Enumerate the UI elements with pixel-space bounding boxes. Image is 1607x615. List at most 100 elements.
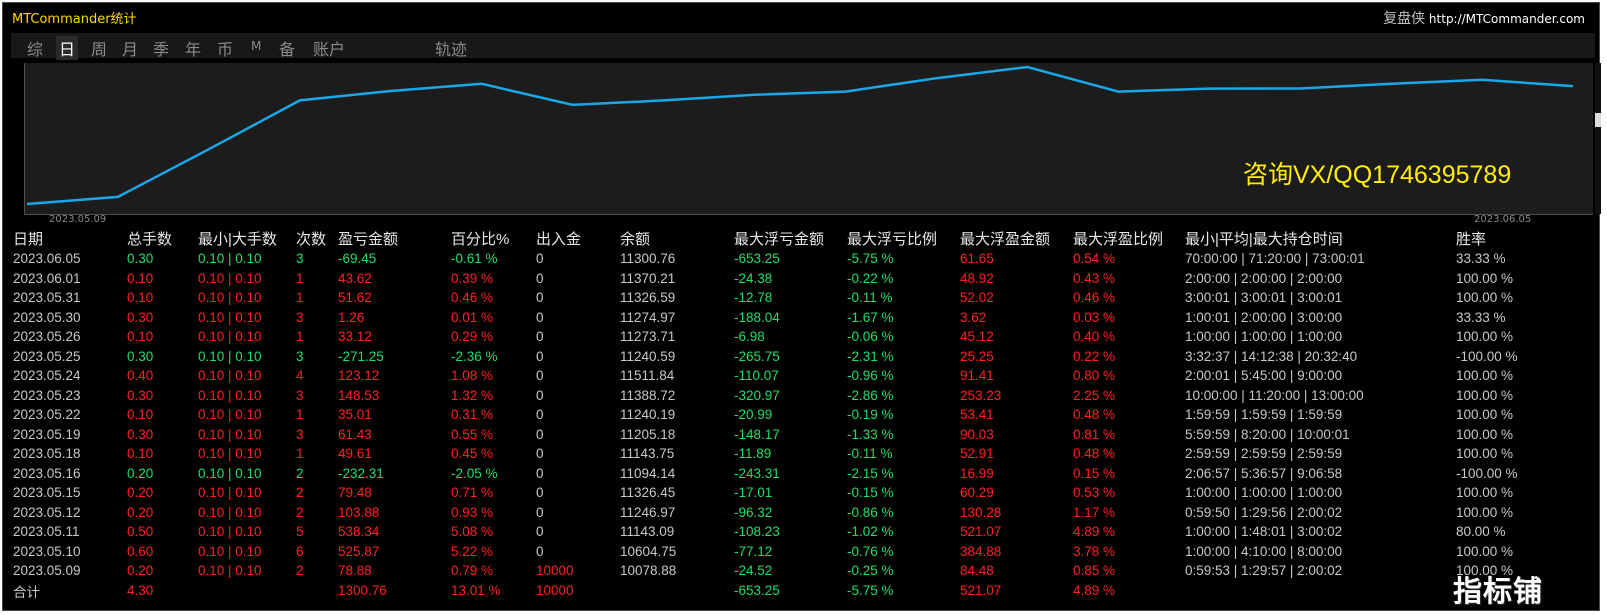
table-total-row: 合计 4.30 1300.76 13.01 % 10000 -653.25 -5.75 % 5… — [13, 581, 1556, 601]
balance-chart-svg — [26, 65, 1574, 206]
cell-maxloss: -17.01 — [734, 485, 773, 501]
table-row[interactable]: 2023.05.22 0.10 0.10 | 0.10 1 35.01 0.31 % 0 11… — [13, 405, 1556, 425]
cell-lots: 0.40 — [127, 368, 154, 384]
brand-url[interactable]: http://MTCommander.com — [1429, 12, 1585, 26]
cell-flow: 0 — [536, 368, 544, 384]
col-lots[interactable]: 总手数 — [127, 227, 198, 249]
cell-hold: 3:00:01 | 3:00:01 | 3:00:01 — [1185, 290, 1343, 306]
cell-minmax: 0.10 | 0.10 — [198, 524, 262, 540]
cell-hold: 10:00:00 | 11:20:00 | 13:00:00 — [1185, 387, 1364, 403]
cell-maxprofitpct: 1.17 % — [1073, 504, 1116, 520]
cell-win: 100.00 % — [1456, 446, 1514, 462]
tab-currency[interactable]: 币 — [217, 36, 233, 60]
tab-year[interactable]: 年 — [185, 36, 201, 60]
col-hold-time[interactable]: 最小|平均|最大持仓时间 — [1185, 227, 1456, 249]
cell-pnl: 35.01 — [338, 407, 372, 423]
col-count[interactable]: 次数 — [296, 227, 338, 249]
col-pnl[interactable]: 盈亏金额 — [338, 227, 451, 249]
col-max-float-profit-pct[interactable]: 最大浮盈比例 — [1073, 227, 1185, 249]
table-row[interactable]: 2023.05.12 0.20 0.10 | 0.10 2 103.88 0.93 % 0 1… — [13, 503, 1556, 523]
cell-maxloss: -148.17 — [734, 426, 780, 442]
tab-month[interactable]: 月 — [122, 36, 138, 60]
tab-backup[interactable]: 备 — [279, 36, 295, 60]
col-flow[interactable]: 出入金 — [536, 227, 620, 249]
cell-maxlosspct: -2.86 % — [847, 387, 894, 403]
cell-maxprofit: 91.41 — [960, 368, 994, 384]
cell-pnl: -232.31 — [338, 465, 384, 481]
col-date[interactable]: 日期 — [13, 227, 127, 249]
cell-maxprofitpct: 0.43 % — [1073, 270, 1116, 286]
table-row[interactable]: 2023.05.31 0.10 0.10 | 0.10 1 51.62 0.46 % 0 11… — [13, 288, 1556, 308]
cell-date: 2023.05.15 — [13, 485, 81, 501]
cell-maxprofitpct: 0.85 % — [1073, 563, 1116, 579]
tab-m[interactable]: M — [251, 39, 261, 53]
table-row[interactable]: 2023.05.11 0.50 0.10 | 0.10 5 538.34 5.08 % 0 1… — [13, 522, 1556, 542]
cell-hold: 3:32:37 | 14:12:38 | 20:32:40 — [1185, 348, 1358, 364]
cell-pnl: 79.48 — [338, 485, 372, 501]
table-row[interactable]: 2023.06.05 0.30 0.10 | 0.10 3 -69.45 -0.61 % 0… — [13, 249, 1556, 269]
cell-lots: 0.50 — [127, 524, 154, 540]
col-max-float-loss-pct[interactable]: 最大浮亏比例 — [847, 227, 960, 249]
col-max-float-loss[interactable]: 最大浮亏金额 — [734, 227, 847, 249]
cell-balance: 11326.45 — [620, 485, 676, 501]
app-title: MTCommander统计 — [12, 12, 137, 27]
chart-scrollbar-thumb[interactable] — [1595, 113, 1601, 127]
cell-flow: 0 — [536, 504, 544, 520]
cell-pnl: 51.62 — [338, 290, 372, 306]
cell-pct: 1.32 % — [451, 387, 494, 403]
balance-chart — [24, 63, 1601, 215]
cell-minmax: 0.10 | 0.10 — [198, 446, 262, 462]
table-row[interactable]: 2023.05.09 0.20 0.10 | 0.10 2 78.88 0.79 % 100… — [13, 561, 1556, 581]
cell-maxlosspct: -0.76 % — [847, 543, 894, 559]
table-row[interactable]: 2023.05.10 0.60 0.10 | 0.10 6 525.87 5.22 % 0 1… — [13, 542, 1556, 562]
cell-maxloss: -6.98 — [734, 329, 765, 345]
tab-trajectory[interactable]: 轨迹 — [435, 36, 467, 60]
table-row[interactable]: 2023.05.19 0.30 0.10 | 0.10 3 61.43 0.55 % 0 11… — [13, 425, 1556, 445]
tab-week[interactable]: 周 — [91, 36, 107, 60]
cell-maxlosspct: -1.02 % — [847, 524, 894, 540]
cell-maxprofitpct: 0.40 % — [1073, 329, 1116, 345]
cell-maxlosspct: -2.15 % — [847, 465, 894, 481]
table-row[interactable]: 2023.05.15 0.20 0.10 | 0.10 2 79.48 0.71 % 0 11… — [13, 483, 1556, 503]
cell-flow: 0 — [536, 426, 544, 442]
table-row[interactable]: 2023.05.26 0.10 0.10 | 0.10 1 33.12 0.29 % 0 11… — [13, 327, 1556, 347]
cell-flow: 0 — [536, 446, 544, 462]
tab-day[interactable]: 日 — [56, 36, 79, 60]
table-row[interactable]: 2023.05.24 0.40 0.10 | 0.10 4 123.12 1.08 % 0 1… — [13, 366, 1556, 386]
table-row[interactable]: 2023.05.18 0.10 0.10 | 0.10 1 49.61 0.45 % 0 11… — [13, 444, 1556, 464]
cell-maxprofit: 253.23 — [960, 387, 1002, 403]
cell-maxprofit: 16.99 — [960, 465, 994, 481]
cell-minmax: 0.10 | 0.10 — [198, 504, 262, 520]
col-minmax-lots[interactable]: 最小|大手数 — [198, 227, 296, 249]
tab-account[interactable]: 账户 — [313, 36, 345, 60]
total-label: 合计 — [13, 584, 40, 600]
cell-flow: 0 — [536, 407, 544, 423]
cell-count: 1 — [296, 446, 304, 462]
chart-scrollbar[interactable] — [1595, 63, 1601, 214]
cell-pnl: -271.25 — [338, 348, 384, 364]
cell-lots: 0.10 — [127, 329, 154, 345]
col-win-rate[interactable]: 胜率 — [1456, 227, 1556, 249]
cell-pnl: 103.88 — [338, 504, 380, 520]
cell-lots: 0.30 — [127, 309, 154, 325]
cell-pct: 0.01 % — [451, 309, 494, 325]
cell-date: 2023.05.26 — [13, 329, 81, 345]
cell-balance: 10604.75 — [620, 543, 677, 559]
table-row[interactable]: 2023.05.30 0.30 0.10 | 0.10 3 1.26 0.01 % 0 112… — [13, 308, 1556, 328]
table-row[interactable]: 2023.05.25 0.30 0.10 | 0.10 3 -271.25 -2.36 %… — [13, 347, 1556, 367]
cell-hold: 1:00:00 | 1:48:01 | 3:00:02 — [1185, 524, 1343, 540]
tab-summary[interactable]: 综 — [27, 36, 43, 60]
table-row[interactable]: 2023.05.23 0.30 0.10 | 0.10 3 148.53 1.32 % 0 1… — [13, 386, 1556, 406]
cell-maxloss: -77.12 — [734, 543, 773, 559]
cell-date: 2023.06.05 — [13, 251, 81, 267]
table-row[interactable]: 2023.05.16 0.20 0.10 | 0.10 2 -232.31 -2.05 %… — [13, 464, 1556, 484]
col-max-float-profit[interactable]: 最大浮盈金额 — [960, 227, 1073, 249]
col-balance[interactable]: 余额 — [620, 227, 734, 249]
table-row[interactable]: 2023.06.01 0.10 0.10 | 0.10 1 43.62 0.39 % 0 11… — [13, 269, 1556, 289]
col-percent[interactable]: 百分比% — [451, 227, 536, 249]
brand-label: 复盘侠 — [1383, 11, 1426, 27]
cell-flow: 0 — [536, 309, 544, 325]
cell-hold: 5:59:59 | 8:20:00 | 10:00:01 — [1185, 426, 1350, 442]
tab-quarter[interactable]: 季 — [153, 36, 169, 60]
cell-pct: 0.55 % — [451, 426, 494, 442]
